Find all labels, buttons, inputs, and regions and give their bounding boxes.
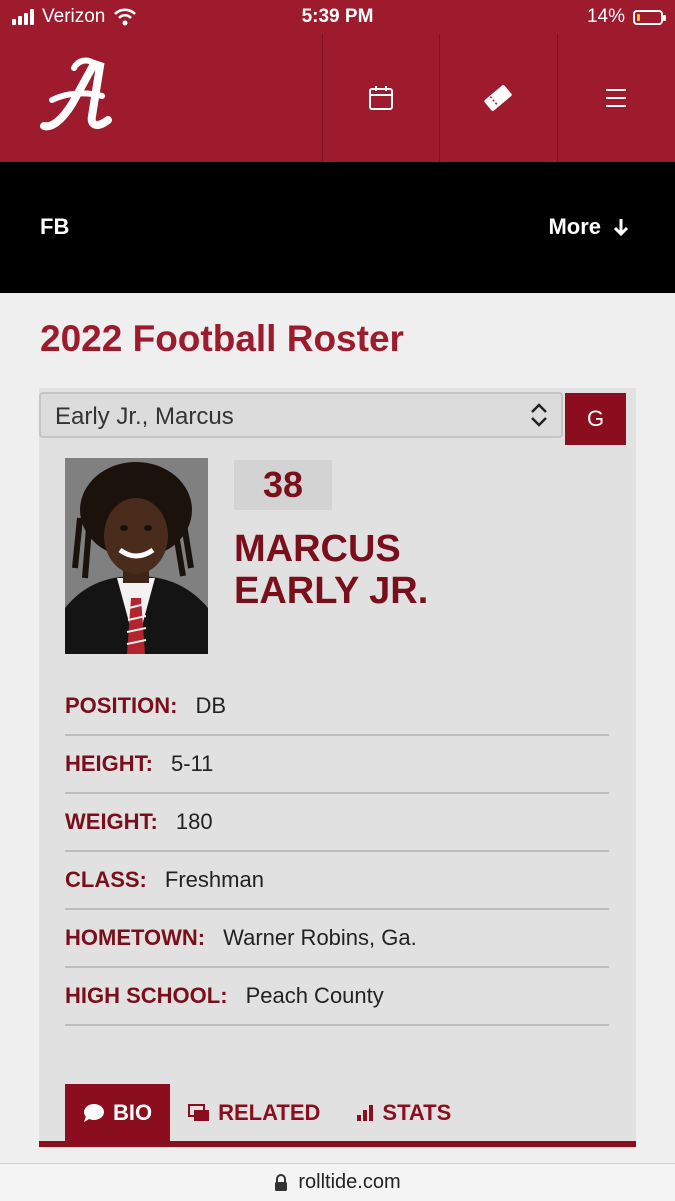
arrow-down-icon [613, 219, 629, 236]
info-label: WEIGHT: [65, 809, 158, 834]
player-name: MARCUS EARLY JR. [234, 528, 594, 612]
tab-related[interactable]: RELATED [170, 1084, 338, 1142]
ticket-icon [484, 85, 512, 111]
jersey-number: 38 [234, 460, 332, 510]
tickets-button[interactable] [439, 34, 556, 162]
tab-label: STATS [382, 1100, 452, 1125]
info-label: POSITION: [65, 693, 178, 718]
clock: 5:39 PM [301, 6, 374, 27]
tab-underline [39, 1141, 636, 1147]
more-button[interactable]: More [548, 214, 629, 240]
battery-icon [633, 9, 666, 25]
menu-button[interactable] [556, 34, 675, 162]
status-bar: Verizon 5:39 PM 14% [0, 0, 675, 34]
info-label: HOMETOWN: [65, 925, 206, 950]
info-value: 5-11 [171, 751, 214, 776]
info-row-height: HEIGHT: 5-11 [65, 736, 609, 794]
site-header [0, 34, 675, 162]
info-label: CLASS: [65, 867, 147, 892]
player-tabs: BIO RELATED STATS [65, 1084, 469, 1142]
info-row-hometown: HOMETOWN: Warner Robins, Ga. [65, 910, 609, 968]
info-row-class: CLASS: Freshman [65, 852, 609, 910]
calendar-icon [368, 86, 393, 110]
battery-percent: 14% [586, 6, 625, 27]
player-last-name: EARLY JR. [234, 570, 429, 612]
player-select[interactable]: Early Jr., Marcus [39, 392, 563, 438]
tab-label: RELATED [218, 1100, 321, 1125]
player-info-list: POSITION: DB HEIGHT: 5-11 WEIGHT: 180 CL… [65, 678, 609, 1026]
info-value: Freshman [164, 867, 264, 892]
tab-stats[interactable]: STATS [338, 1084, 469, 1142]
info-row-high-school: HIGH SCHOOL: Peach County [65, 968, 609, 1026]
bar-chart-icon [357, 1105, 374, 1121]
info-label: HIGH SCHOOL: [65, 983, 228, 1008]
info-label: HEIGHT: [65, 751, 153, 776]
info-value: Warner Robins, Ga. [223, 925, 417, 950]
info-value: 180 [175, 809, 213, 834]
schedule-button[interactable] [321, 34, 439, 162]
more-label: More [548, 214, 601, 239]
gallery-icon [188, 1104, 210, 1121]
url-domain: rolltide.com [298, 1171, 401, 1193]
go-button[interactable]: G [565, 393, 626, 445]
info-row-weight: WEIGHT: 180 [65, 794, 609, 852]
chat-bubble-icon [84, 1104, 104, 1122]
lock-icon [275, 1173, 288, 1191]
info-value: DB [195, 693, 227, 718]
alabama-script-a-logo [40, 57, 112, 131]
page-title: 2022 Football Roster [40, 318, 404, 359]
roster-panel: Early Jr., Marcus G 38 MARCUS EARLY JR. … [39, 388, 636, 1148]
sport-subnav: FB More [0, 162, 675, 293]
player-select-value: Early Jr., Marcus [55, 403, 234, 430]
logo-link[interactable] [0, 34, 322, 162]
browser-url-bar[interactable]: rolltide.com [0, 1163, 675, 1201]
select-chevron-icon [531, 403, 547, 427]
info-row-position: POSITION: DB [65, 678, 609, 736]
battery-fill [637, 13, 640, 21]
status-right: 14% [586, 6, 666, 28]
info-value: Peach County [245, 983, 384, 1008]
menu-icon [606, 89, 627, 107]
player-headshot [65, 458, 208, 654]
tab-label: BIO [113, 1100, 153, 1125]
player-first-name: MARCUS [234, 528, 401, 570]
tab-bio[interactable]: BIO [65, 1084, 171, 1142]
sport-label[interactable]: FB [40, 214, 69, 240]
